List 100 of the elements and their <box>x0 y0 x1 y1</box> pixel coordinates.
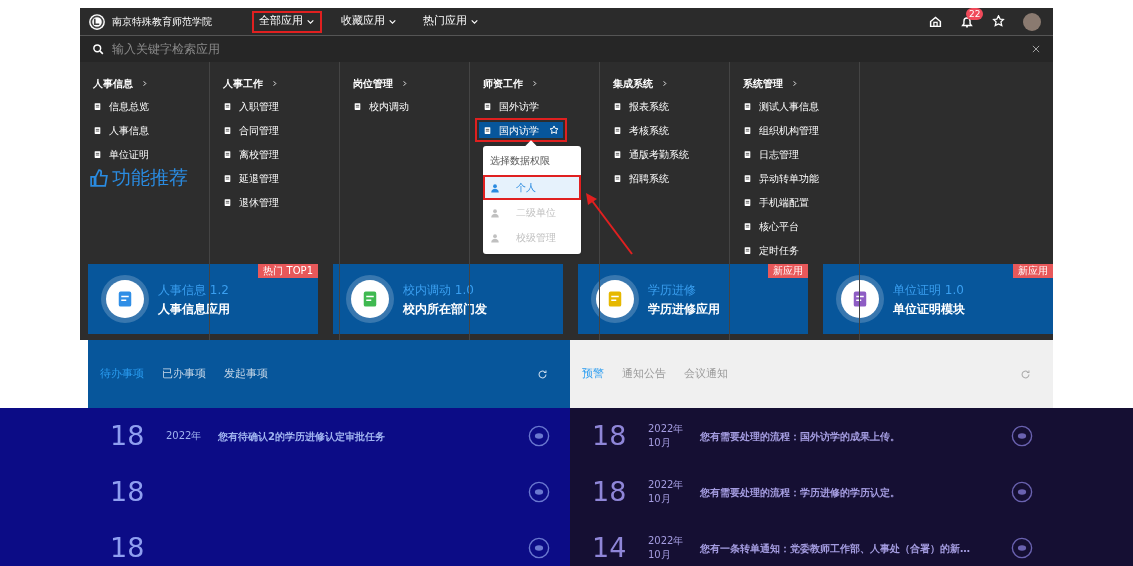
app-card[interactable]: 单位证明 1.0 单位证明模块 新应用 <box>823 264 1053 334</box>
document-icon <box>483 101 492 111</box>
menu-item[interactable]: 手机端配置 <box>739 194 813 210</box>
school-name: 南京特殊教育师范学院 <box>112 15 212 29</box>
date-day: 18 <box>592 415 632 457</box>
menu-item[interactable]: 退休管理 <box>219 194 283 210</box>
view-icon <box>528 425 550 447</box>
menu-item[interactable]: 异动转单功能 <box>739 170 823 186</box>
date-day: 18 <box>110 415 150 457</box>
chevron-right-icon <box>791 79 798 87</box>
view-icon <box>528 537 550 559</box>
date-year: 2022年 <box>648 422 684 436</box>
app-card[interactable]: 学历进修 学历进修应用 新应用 <box>578 264 808 334</box>
nav-tab[interactable]: 收藏应用 <box>334 10 404 33</box>
search-bar[interactable]: 输入关键字检索应用 <box>80 36 1053 62</box>
date-day: 18 <box>110 471 150 513</box>
menu-heading[interactable]: 师资工作 <box>483 76 538 90</box>
date-year: 2022年 <box>648 534 684 548</box>
document-icon <box>483 125 492 135</box>
menu-item[interactable]: 测试人事信息 <box>739 98 823 114</box>
date-month: 10月 <box>648 436 672 450</box>
date-month: 10月 <box>648 548 672 562</box>
document-icon <box>743 173 752 183</box>
chevron-right-icon <box>401 79 408 87</box>
document-icon <box>743 149 752 159</box>
document-icon <box>93 149 102 159</box>
app-subtitle: 单位证明模块 <box>893 300 965 318</box>
app-subtitle: 学历进修应用 <box>648 300 720 318</box>
menu-item[interactable]: 离校管理 <box>219 146 283 162</box>
thumbs-up-icon <box>90 168 108 187</box>
document-icon <box>353 101 362 111</box>
refresh-icon <box>1020 368 1031 380</box>
document-icon <box>743 245 752 255</box>
chevron-right-icon <box>661 79 668 87</box>
document-icon <box>613 173 622 183</box>
app-subtitle: 校内所在部门发 <box>403 300 487 318</box>
menu-item[interactable]: 报表系统 <box>609 98 673 114</box>
nav-tab[interactable]: 热门应用 <box>416 10 486 33</box>
menu-heading[interactable]: 岗位管理 <box>353 76 408 90</box>
close-icon <box>1031 44 1041 54</box>
menu-item[interactable]: 单位证明 <box>89 146 153 162</box>
menu-heading[interactable]: 集成系统 <box>613 76 668 90</box>
panel-tab[interactable]: 发起事项 <box>224 365 268 383</box>
star-icon <box>992 15 1005 28</box>
menu-item[interactable]: 合同管理 <box>219 122 283 138</box>
app-title: 人事信息 1.2 <box>158 281 230 299</box>
chevron-right-icon <box>141 79 148 87</box>
menu-item[interactable]: 延退管理 <box>219 170 283 186</box>
menu-item[interactable]: 校内调动 <box>349 98 413 114</box>
app-title: 学历进修 <box>648 281 697 299</box>
annotation-arrow <box>586 193 633 255</box>
popup-title: 选择数据权限 <box>489 154 551 168</box>
chevron-down-icon <box>388 17 397 26</box>
person-icon <box>490 182 500 193</box>
menu-item[interactable]: 招聘系统 <box>609 170 673 186</box>
document-icon <box>93 101 102 111</box>
view-icon <box>1011 537 1033 559</box>
app-badge: 新应用 <box>768 264 808 278</box>
menu-item[interactable]: 考核系统 <box>609 122 673 138</box>
menu-heading[interactable]: 人事信息 <box>93 76 148 90</box>
menu-item[interactable]: 定时任务 <box>739 242 803 258</box>
school-logo-icon <box>88 12 106 31</box>
document-icon <box>743 197 752 207</box>
document-icon <box>743 101 752 111</box>
menu-heading[interactable]: 系统管理 <box>743 76 798 90</box>
date-day: 18 <box>110 527 150 566</box>
document-icon <box>613 101 622 111</box>
menu-item[interactable]: 核心平台 <box>739 218 803 234</box>
panel-tab[interactable]: 已办事项 <box>162 365 206 383</box>
date-day: 18 <box>592 471 632 513</box>
menu-item[interactable]: 日志管理 <box>739 146 803 162</box>
search-icon <box>92 43 104 55</box>
avatar[interactable] <box>1023 12 1041 31</box>
notification-count-badge: 22 <box>966 7 984 20</box>
document-icon <box>223 125 232 135</box>
home-icon <box>929 15 942 28</box>
chevron-right-icon <box>531 79 538 87</box>
view-icon <box>1011 481 1033 503</box>
document-icon <box>223 101 232 111</box>
chevron-down-icon <box>306 17 315 26</box>
menu-item[interactable]: 入职管理 <box>219 98 283 114</box>
menu-item[interactable]: 组织机构管理 <box>739 122 823 138</box>
date-month: 10月 <box>648 492 672 506</box>
document-icon <box>223 173 232 183</box>
banner-title: 功能推荐 <box>112 168 188 187</box>
menu-item[interactable]: 通版考勤系统 <box>609 146 693 162</box>
menu-heading[interactable]: 人事工作 <box>223 76 278 90</box>
nav-tab[interactable]: 全部应用 <box>252 10 322 33</box>
date-year: 2022年 <box>648 478 684 492</box>
menu-item[interactable]: 信息总览 <box>89 98 153 114</box>
message-text: 您有需要处理的流程：学历进修的学历认定。 <box>700 485 900 500</box>
document-icon <box>93 125 102 135</box>
refresh-icon <box>537 368 548 380</box>
view-icon <box>528 481 550 503</box>
menu-item[interactable]: 人事信息 <box>89 122 153 138</box>
menu-item[interactable]: 国外访学 <box>479 98 543 114</box>
chevron-down-icon <box>470 17 479 26</box>
search-field[interactable]: 输入关键字检索应用 <box>112 40 1023 58</box>
document-icon <box>223 197 232 207</box>
app-badge: 热门 TOP1 <box>258 264 318 278</box>
